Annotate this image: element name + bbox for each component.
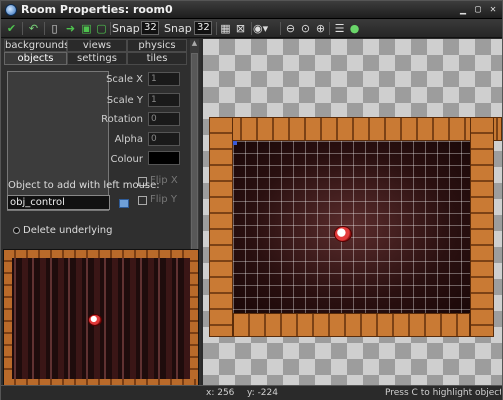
status-hint: Press C to highlight objects with i xyxy=(385,388,501,398)
clear-room-icon[interactable]: ▯ xyxy=(47,21,62,36)
alpha-input[interactable]: 0 xyxy=(148,132,180,146)
scrollbar-thumb[interactable] xyxy=(191,53,198,271)
delete-underlying-label: Delete underlying xyxy=(23,225,113,236)
colour-label: Colour xyxy=(110,154,143,165)
tab-objects[interactable]: objects xyxy=(4,52,67,65)
title-bar[interactable]: Room Properties: room0 ▁ ▢ ✕ xyxy=(1,1,502,19)
flip-y-label: Flip Y xyxy=(150,194,177,205)
tab-settings[interactable]: settings xyxy=(67,52,127,65)
left-panel-scrollbar[interactable]: ▲ ▼ xyxy=(190,39,199,277)
alpha-label: Alpha xyxy=(114,134,143,145)
mini-crates-right xyxy=(190,250,198,387)
tab-backgrounds[interactable]: backgrounds xyxy=(4,39,69,52)
scale-x-input[interactable]: 1 xyxy=(148,72,180,86)
snap-x-input[interactable]: 32 xyxy=(141,21,159,35)
unlock-icon[interactable]: ▢ xyxy=(94,21,109,36)
toolbar: ✔ ↶ ▯ ➜ ▣ ▢ Snap X 32 Snap Y 32 ▦ ⊠ ◉▾ ⊖… xyxy=(1,19,502,38)
snap-y-input[interactable]: 32 xyxy=(194,21,212,35)
ball-object-instance[interactable] xyxy=(334,226,352,242)
object-picker-icon[interactable] xyxy=(119,199,129,208)
room-floor-grid xyxy=(233,141,470,313)
crate-wall-right xyxy=(470,117,494,337)
status-bar: x: 256 y: -224 Press C to highlight obje… xyxy=(1,385,502,400)
tab-tiles[interactable]: tiles xyxy=(127,52,187,65)
object-to-add-label: Object to add with left mouse: xyxy=(8,180,160,191)
scale-x-label: Scale X xyxy=(106,74,143,85)
maximize-icon[interactable]: ▢ xyxy=(472,4,484,16)
mini-crates-top xyxy=(4,250,198,258)
tab-views[interactable]: views xyxy=(67,39,127,52)
minimize-icon[interactable]: ▁ xyxy=(457,4,469,16)
room-mini-preview[interactable] xyxy=(3,249,199,388)
zoom-reset-icon[interactable]: ⊙ xyxy=(298,21,313,36)
status-x-coordinate: x: 256 xyxy=(206,388,235,398)
room-properties-window: Room Properties: room0 ▁ ▢ ✕ ✔ ↶ ▯ ➜ ▣ ▢… xyxy=(0,0,503,400)
tab-physics[interactable]: physics xyxy=(127,39,187,52)
shift-room-icon[interactable]: ➜ xyxy=(63,21,78,36)
scroll-up-icon[interactable]: ▲ xyxy=(190,39,199,48)
delete-underlying-radio[interactable] xyxy=(13,227,20,234)
room-editor-canvas[interactable] xyxy=(203,39,502,385)
object-select-field[interactable]: obj_control xyxy=(7,195,110,210)
view-origin-marker xyxy=(233,141,237,145)
tabs-row-1: backgrounds views physics xyxy=(4,39,187,52)
grid-toggle-icon[interactable]: ▦ xyxy=(218,21,233,36)
zoom-in-icon[interactable]: ⊕ xyxy=(313,21,328,36)
view-dropdown-icon[interactable]: ◉▾ xyxy=(253,21,268,36)
status-y-coordinate: y: -224 xyxy=(247,388,278,398)
undo-icon[interactable]: ↶ xyxy=(26,21,41,36)
flip-y-checkbox[interactable] xyxy=(138,196,147,205)
mini-ball-object xyxy=(88,314,102,326)
window-title: Room Properties: room0 xyxy=(21,3,173,16)
rotation-label: Rotation xyxy=(101,114,143,125)
scale-y-input[interactable]: 1 xyxy=(148,93,180,107)
isometric-grid-icon[interactable]: ⊠ xyxy=(233,21,248,36)
zoom-out-icon[interactable]: ⊖ xyxy=(283,21,298,36)
lock-icon[interactable]: ▣ xyxy=(79,21,94,36)
rotation-input[interactable]: 0 xyxy=(148,112,180,126)
crate-wall-left xyxy=(209,117,233,337)
crate-wall-bottom xyxy=(233,313,470,337)
mini-crates-left xyxy=(4,250,12,387)
colour-swatch[interactable] xyxy=(148,151,180,165)
left-panel: backgrounds views physics objects settin… xyxy=(1,39,201,391)
ok-checkmark-icon[interactable]: ✔ xyxy=(4,21,19,36)
app-icon xyxy=(5,4,17,16)
crate-wall-top xyxy=(209,117,502,141)
scale-y-label: Scale Y xyxy=(106,95,143,106)
tabs-row-2: objects settings tiles xyxy=(4,52,187,65)
list-icon[interactable]: ☰ xyxy=(332,21,347,36)
close-icon[interactable]: ✕ xyxy=(487,4,499,16)
help-icon[interactable]: ● xyxy=(347,21,362,36)
